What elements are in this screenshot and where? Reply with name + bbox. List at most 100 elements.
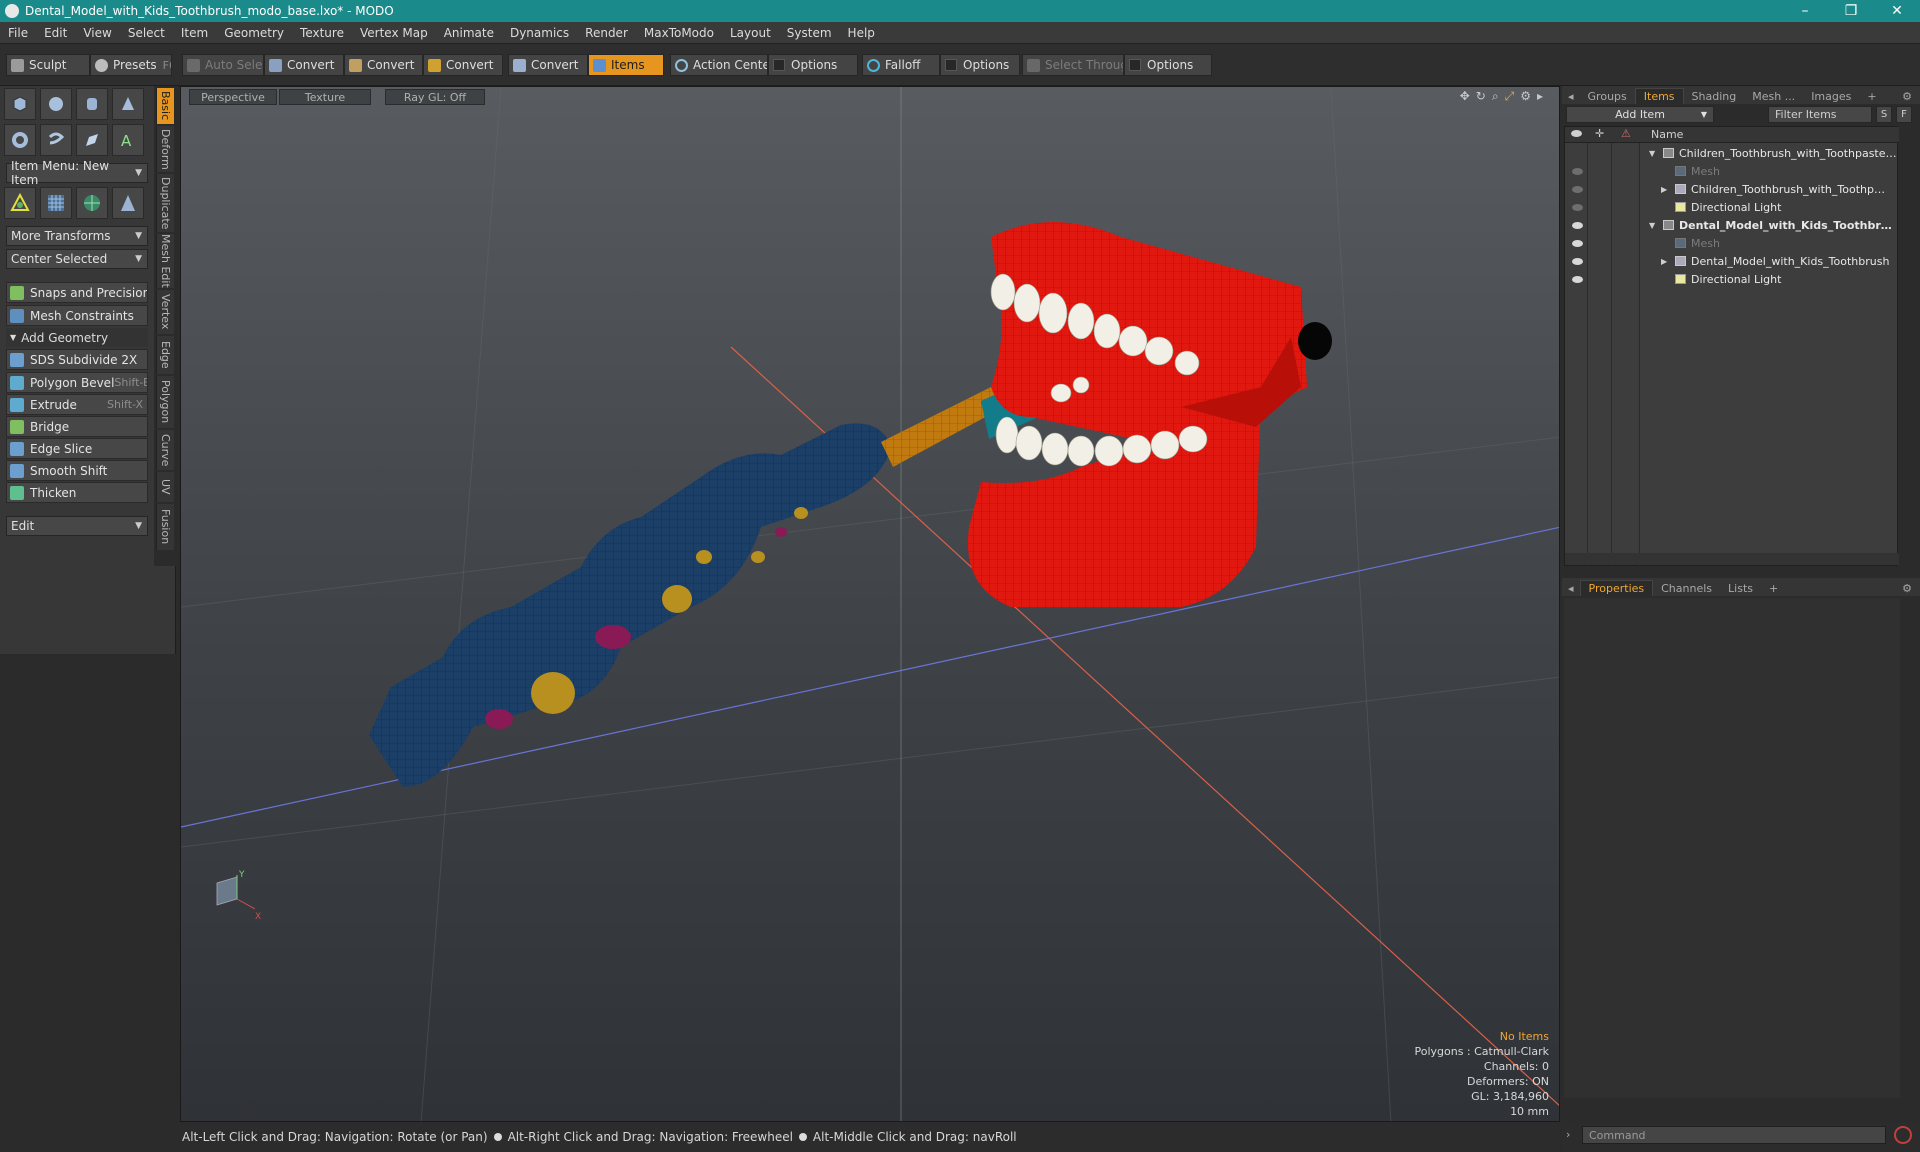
options-checkbox-2[interactable]: [945, 59, 957, 71]
tab-mesh[interactable]: Mesh ...: [1744, 88, 1803, 104]
options-checkbox-1[interactable]: [773, 59, 785, 71]
tab-shading[interactable]: Shading: [1684, 88, 1745, 104]
text-icon[interactable]: A: [112, 124, 144, 156]
convert-vertices-button[interactable]: Convert: [264, 54, 344, 76]
tab-basic[interactable]: Basic: [156, 88, 174, 124]
gear-icon[interactable]: ⚙: [1894, 580, 1920, 596]
visibility-eye-icon[interactable]: [1572, 276, 1583, 283]
edge-slice-button[interactable]: Edge Slice: [6, 438, 148, 459]
visibility-eye-icon[interactable]: [1572, 258, 1583, 265]
visibility-eye-icon[interactable]: [1572, 240, 1583, 247]
filter-s-button[interactable]: S: [1876, 106, 1892, 123]
visibility-eye-icon[interactable]: [1572, 186, 1583, 193]
polygon-bevel-button[interactable]: Polygon Bevel Shift-B: [6, 372, 148, 393]
items-mode-button[interactable]: Items: [588, 54, 664, 76]
menu-view[interactable]: View: [75, 26, 119, 40]
menu-select[interactable]: Select: [120, 26, 173, 40]
horizontal-scrollbar[interactable]: [1565, 553, 1899, 565]
tab-items[interactable]: Items: [1634, 88, 1684, 104]
panel-menu-icon[interactable]: ◂: [1562, 580, 1580, 596]
center-selected-dropdown[interactable]: Center Selected ▼: [6, 249, 148, 269]
select-through-button[interactable]: Select Through: [1022, 54, 1124, 76]
visibility-eye-icon[interactable]: [1572, 204, 1583, 211]
cube-icon[interactable]: [4, 88, 36, 120]
restore-button[interactable]: ❐: [1828, 3, 1874, 19]
chevron-right-icon[interactable]: ▶: [1661, 257, 1667, 266]
menu-dynamics[interactable]: Dynamics: [502, 26, 577, 40]
tab-lists[interactable]: Lists: [1720, 580, 1761, 596]
capsule-icon[interactable]: [40, 124, 72, 156]
tab-fusion[interactable]: Fusion: [156, 504, 174, 550]
tab-channels[interactable]: Channels: [1653, 580, 1720, 596]
tab-mesh-edit[interactable]: Mesh Edit: [156, 234, 174, 288]
sculpt-button[interactable]: Sculpt: [6, 54, 90, 76]
thicken-button[interactable]: Thicken: [6, 482, 148, 503]
snaps-precision-button[interactable]: Snaps and Precision: [6, 282, 148, 303]
menu-maxtomodo[interactable]: MaxToModo: [636, 26, 722, 40]
filter-items-input[interactable]: Filter Items: [1768, 106, 1872, 123]
chevron-right-icon[interactable]: ▶: [1661, 185, 1667, 194]
menu-layout[interactable]: Layout: [722, 26, 779, 40]
menu-render[interactable]: Render: [577, 26, 636, 40]
minimize-button[interactable]: –: [1782, 3, 1828, 19]
convert-edges-button[interactable]: Convert: [344, 54, 423, 76]
locator-icon[interactable]: [4, 187, 36, 219]
gear-icon[interactable]: ⚙: [1894, 88, 1920, 104]
close-button[interactable]: ✕: [1874, 3, 1920, 19]
tab-deform[interactable]: Deform: [156, 126, 174, 172]
dental-model[interactable]: [967, 222, 1332, 607]
extrude-button[interactable]: Extrude Shift-X: [6, 394, 148, 415]
item-menu-dropdown[interactable]: Item Menu: New Item ▼: [6, 159, 148, 187]
presets-button[interactable]: Presets F6: [90, 54, 172, 76]
panel-menu-icon[interactable]: ◂: [1562, 88, 1580, 104]
torus-icon[interactable]: [4, 124, 36, 156]
mesh-constraints-button[interactable]: Mesh Constraints: [6, 305, 148, 326]
menu-animate[interactable]: Animate: [436, 26, 502, 40]
menu-file[interactable]: File: [0, 26, 36, 40]
edit-dropdown[interactable]: Edit ▼: [6, 516, 148, 536]
visibility-eye-icon[interactable]: [1572, 222, 1583, 229]
menu-edit[interactable]: Edit: [36, 26, 75, 40]
menu-item[interactable]: Item: [173, 26, 216, 40]
menu-texture[interactable]: Texture: [292, 26, 352, 40]
tab-images[interactable]: Images: [1803, 88, 1859, 104]
chevron-down-icon[interactable]: ▼: [1649, 221, 1655, 230]
falloff-button[interactable]: Falloff: [862, 54, 940, 76]
grid-icon[interactable]: [40, 187, 72, 219]
filter-f-button[interactable]: F: [1896, 106, 1912, 123]
sphere-icon[interactable]: [40, 88, 72, 120]
chevron-down-icon[interactable]: ▼: [1649, 149, 1655, 158]
add-geometry-section[interactable]: ▼ Add Geometry: [6, 328, 148, 347]
tree-row-light-1[interactable]: Directional Light: [1565, 198, 1899, 216]
visibility-eye-icon[interactable]: [1572, 168, 1583, 175]
menu-system[interactable]: System: [779, 26, 840, 40]
command-input[interactable]: Command: [1582, 1126, 1886, 1144]
menu-vertex-map[interactable]: Vertex Map: [352, 26, 436, 40]
tab-uv[interactable]: UV: [156, 472, 174, 502]
action-center-button[interactable]: Action Center: [670, 54, 768, 76]
tab-edge[interactable]: Edge: [156, 336, 174, 374]
globe-icon[interactable]: [76, 187, 108, 219]
tree-row-toothbrush-group[interactable]: ▼ Children_Toothbrush_with_Toothpaste_mo…: [1565, 144, 1899, 162]
tab-groups[interactable]: Groups: [1580, 88, 1635, 104]
tree-row-dental-group[interactable]: ▼ Dental_Model_with_Kids_Toothbrus ...: [1565, 216, 1899, 234]
tab-curve[interactable]: Curve: [156, 430, 174, 470]
more-transforms-dropdown[interactable]: More Transforms ▼: [6, 226, 148, 246]
tree-row-toothbrush-mesh[interactable]: ▶ Children_Toothbrush_with_Toothpaste: [1565, 180, 1899, 198]
tab-duplicate[interactable]: Duplicate: [156, 174, 174, 232]
tab-polygon[interactable]: Polygon: [156, 376, 174, 428]
menu-help[interactable]: Help: [840, 26, 883, 40]
options-checkbox-3[interactable]: [1129, 59, 1141, 71]
tab-vertex[interactable]: Vertex: [156, 290, 174, 334]
3d-viewport[interactable]: Perspective Texture Ray GL: Off ✥ ↻ ⌕ ⤢ …: [180, 86, 1560, 1122]
cone-icon[interactable]: [112, 88, 144, 120]
backdrop-icon[interactable]: [112, 187, 144, 219]
options-button-1[interactable]: Options: [768, 54, 858, 76]
options-button-2[interactable]: Options: [940, 54, 1020, 76]
sds-subdivide-button[interactable]: SDS Subdivide 2X: [6, 349, 148, 370]
auto-select-button[interactable]: Auto Select: [182, 54, 264, 76]
record-icon[interactable]: [1894, 1126, 1912, 1144]
convert-polygons-button[interactable]: Convert: [423, 54, 503, 76]
add-item-button[interactable]: Add Item ▼: [1566, 106, 1714, 123]
options-button-3[interactable]: Options: [1124, 54, 1212, 76]
